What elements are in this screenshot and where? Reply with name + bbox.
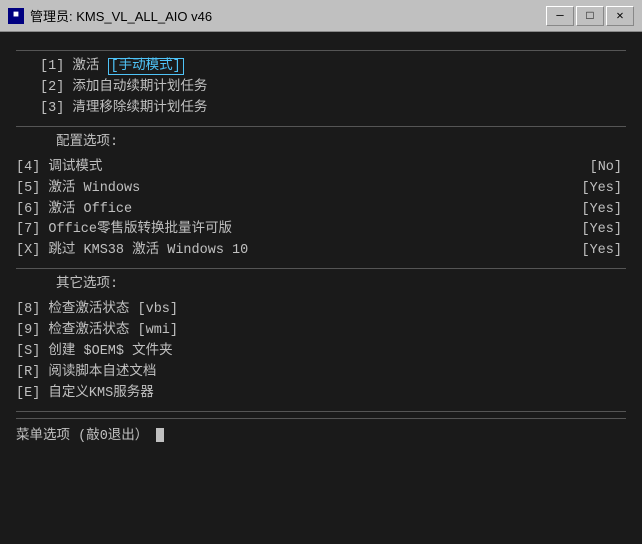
section1: [1] 激活 [手动模式] [2] 添加自动续期计划任务 [3] 清理移除续期计…: [16, 57, 626, 120]
config-item-4: [4] 调试模式 [No]: [16, 158, 626, 179]
title-bar-text: 管理员: KMS_VL_ALL_AIO v46: [30, 6, 546, 25]
terminal-area: [1] 激活 [手动模式] [2] 添加自动续期计划任务 [3] 清理移除续期计…: [0, 32, 642, 544]
config-title: 配置选项:: [16, 133, 626, 154]
item1-key: [1] 激活: [40, 59, 99, 74]
other-item-8: [8] 检查激活状态 [vbs]: [16, 300, 626, 321]
prompt-text: 菜单选项 (敲0退出）: [16, 429, 148, 444]
config-item-x: [X] 跳过 KMS38 激活 Windows 10 [Yes]: [16, 241, 626, 262]
separator-1: [16, 126, 626, 127]
item2-key: [2]: [40, 80, 72, 95]
config-item-7: [7] Office零售版转换批量许可版 [Yes]: [16, 220, 626, 241]
prompt-area: 菜单选项 (敲0退出）: [16, 418, 626, 448]
cursor: [156, 428, 164, 442]
config-item-6: [6] 激活 Office [Yes]: [16, 200, 626, 221]
config-items: [4] 调试模式 [No] [5] 激活 Windows [Yes] [6] 激…: [16, 158, 626, 263]
menu-item-1: [1] 激活 [手动模式]: [40, 57, 626, 78]
other-items: [8] 检查激活状态 [vbs] [9] 检查激活状态 [wmi] [S] 创建…: [16, 300, 626, 405]
maximize-button[interactable]: □: [576, 6, 604, 26]
separator-3: [16, 411, 626, 412]
item3-key: [3]: [40, 101, 72, 116]
menu-item-3: [3] 清理移除续期计划任务: [40, 99, 626, 120]
others-title: 其它选项:: [16, 275, 626, 296]
item1-highlight: [手动模式]: [108, 58, 184, 75]
menu-item-2: [2] 添加自动续期计划任务: [40, 78, 626, 99]
config-item-5: [5] 激活 Windows [Yes]: [16, 179, 626, 200]
close-button[interactable]: ✕: [606, 6, 634, 26]
title-bar-buttons: ─ □ ✕: [546, 6, 634, 26]
other-item-e: [E] 自定义KMS服务器: [16, 384, 626, 405]
other-item-s: [S] 创建 $OEM$ 文件夹: [16, 342, 626, 363]
separator-2: [16, 268, 626, 269]
separator-top: [16, 50, 626, 51]
app-icon: ■: [8, 8, 24, 24]
other-item-9: [9] 检查激活状态 [wmi]: [16, 321, 626, 342]
title-bar: ■ 管理员: KMS_VL_ALL_AIO v46 ─ □ ✕: [0, 0, 642, 32]
minimize-button[interactable]: ─: [546, 6, 574, 26]
other-item-r: [R] 阅读脚本自述文档: [16, 363, 626, 384]
